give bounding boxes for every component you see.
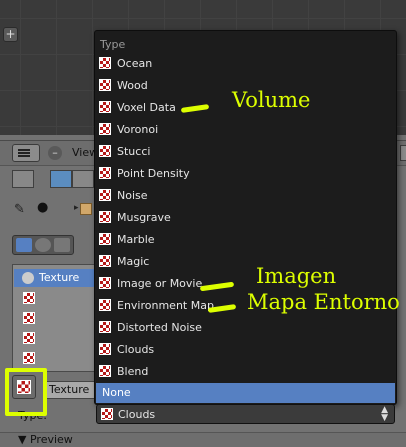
checker-texture-icon [99, 233, 111, 245]
menu-item-label: Musgrave [117, 211, 171, 224]
checker-texture-icon [99, 343, 111, 355]
menu-item-musgrave[interactable]: Musgrave [96, 207, 395, 229]
slot-label: Texture [39, 271, 80, 284]
viewport-add-button[interactable]: + [3, 27, 18, 42]
pin-icon[interactable]: ✎ [14, 202, 25, 217]
menu-item-clouds[interactable]: Clouds [96, 339, 395, 361]
menu-item-label: Magic [117, 255, 150, 268]
breadcrumb-arrow-icon: ▸ [74, 203, 79, 213]
list-item[interactable] [14, 289, 98, 307]
context-icon: ● [37, 200, 49, 215]
brush-texture-icon[interactable] [54, 238, 70, 252]
object-icon [80, 203, 92, 215]
select-value: Clouds [118, 408, 156, 421]
menu-item-label: Voronoi [117, 123, 159, 136]
texture-context-tabs [12, 235, 74, 255]
menu-item-label: Clouds [117, 343, 155, 356]
menu-item-distorted-noise[interactable]: Distorted Noise [96, 317, 395, 339]
checker-texture-icon [99, 211, 111, 223]
menu-lines-icon [18, 149, 30, 157]
menu-item-label: Ocean [117, 57, 153, 70]
render-tab-button[interactable] [50, 170, 72, 188]
menu-item-label: Image or Movie [117, 277, 203, 290]
preview-label-text: Preview [29, 433, 73, 446]
texture-type-select[interactable]: Clouds ▲ ▼ [96, 404, 395, 424]
checker-texture-icon [99, 167, 111, 179]
display-mode-button[interactable] [12, 170, 34, 188]
menu-item-label: Point Density [117, 167, 190, 180]
world-texture-icon[interactable] [16, 238, 32, 252]
checker-texture-icon [99, 299, 111, 311]
list-item[interactable]: Texture [14, 269, 98, 287]
menu-item-label: Noise [117, 189, 148, 202]
checker-texture-icon [23, 352, 35, 364]
list-item[interactable] [14, 309, 98, 327]
checker-texture-icon [23, 312, 35, 324]
checker-texture-icon [23, 292, 35, 304]
annotation-volume: Volume [232, 88, 311, 112]
highlight-box-annotation [5, 368, 47, 416]
menu-item-ocean[interactable]: Ocean [96, 53, 395, 75]
menu-item-label: Blend [117, 365, 149, 378]
disclosure-triangle-icon: ▼ [18, 433, 30, 446]
checker-texture-icon [99, 365, 111, 377]
editor-type-button[interactable] [12, 144, 40, 162]
menu-item-blend[interactable]: Blend [96, 361, 395, 383]
checker-texture-icon [99, 79, 111, 91]
menu-item-label: Marble [117, 233, 155, 246]
checker-texture-icon [99, 277, 111, 289]
collapse-icon[interactable]: – [48, 146, 62, 160]
menu-item-noise[interactable]: Noise [96, 185, 395, 207]
checker-texture-icon [99, 145, 111, 157]
checker-texture-icon [99, 255, 111, 267]
checker-texture-icon [99, 321, 111, 333]
menu-item-stucci[interactable]: Stucci [96, 141, 395, 163]
checker-texture-icon [23, 332, 35, 344]
menu-item-label: Wood [117, 79, 148, 92]
preview-label[interactable]: ▼ Preview [18, 433, 73, 446]
menu-item-marble[interactable]: Marble [96, 229, 395, 251]
render-result-field[interactable] [400, 145, 406, 161]
menu-item-label: Voxel Data [117, 101, 176, 114]
menu-item-label: None [102, 386, 131, 399]
menu-item-label: Stucci [117, 145, 151, 158]
material-texture-icon[interactable] [35, 238, 51, 252]
checker-texture-icon [99, 101, 111, 113]
checker-texture-icon [99, 189, 111, 201]
checker-texture-icon [99, 123, 111, 135]
menu-item-point-density[interactable]: Point Density [96, 163, 395, 185]
texture-icon [22, 272, 34, 284]
annotation-mapa-entorno: Mapa Entorno [247, 290, 400, 314]
menu-item-voronoi[interactable]: Voronoi [96, 119, 395, 141]
scene-tab-button[interactable] [72, 170, 94, 188]
menu-item-none[interactable]: None [96, 383, 395, 403]
menu-header: Type [100, 38, 126, 51]
menu-item-label: Distorted Noise [117, 321, 202, 334]
menu-item-label: Environment Map [117, 299, 214, 312]
up-down-arrows-icon: ▲ ▼ [381, 405, 388, 423]
list-item[interactable] [14, 329, 98, 347]
annotation-imagen: Imagen [256, 264, 337, 288]
checker-texture-icon [99, 57, 111, 69]
checker-texture-icon [101, 408, 113, 420]
list-item[interactable] [14, 349, 98, 367]
menu-item-magic[interactable]: Magic [96, 251, 395, 273]
